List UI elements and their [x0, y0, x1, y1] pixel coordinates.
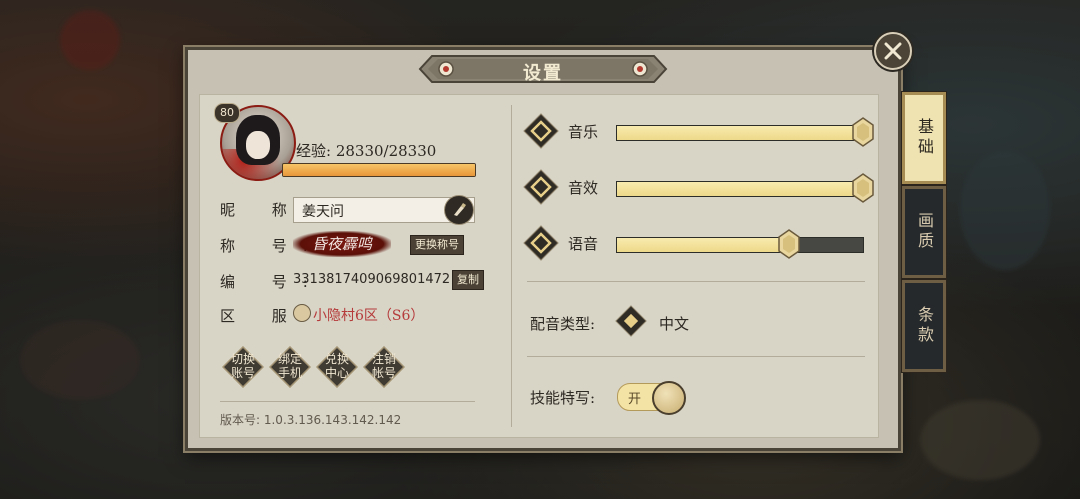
right-divider-2 — [527, 356, 865, 357]
sfx-slider[interactable] — [616, 173, 874, 203]
delete-account-label-1: 注销 — [371, 352, 396, 366]
voice-type-label: 配音类型: — [530, 315, 596, 333]
player-title-badge: 昏夜霹鸣 — [293, 231, 391, 257]
voice-type-value: 中文 — [659, 315, 690, 333]
switch-account-label-2: 账号 — [230, 366, 255, 380]
bind-phone-button[interactable]: 绑定 手机 — [269, 346, 311, 388]
redeem-center-label-2: 中心 — [324, 366, 349, 380]
brush-icon — [454, 203, 466, 216]
server-icon — [293, 304, 311, 322]
panel-title: 设置 — [523, 63, 563, 84]
right-divider-1 — [527, 281, 865, 282]
delete-account-label-2: 帐号 — [371, 366, 396, 380]
toggle-knob — [652, 381, 686, 415]
music-slider-knob[interactable] — [852, 117, 874, 147]
music-slider[interactable] — [616, 117, 874, 147]
level-badge: 80 — [214, 103, 240, 123]
copy-id-button[interactable]: 复制 — [452, 270, 484, 290]
column-divider — [511, 105, 512, 427]
sfx-label: 音效 — [568, 179, 599, 197]
left-divider — [220, 401, 475, 402]
tab-basic[interactable]: 基础 — [902, 92, 946, 184]
exp-bar — [282, 163, 476, 177]
switch-account-label-1: 切换 — [230, 352, 255, 366]
music-slider-fill — [617, 126, 863, 140]
voice-diamond-icon — [523, 225, 559, 261]
nickname-field[interactable]: 姜天问 — [293, 195, 475, 225]
voice-slider-knob[interactable] — [778, 229, 800, 259]
change-title-button[interactable]: 更换称号 — [410, 235, 464, 255]
switch-account-button[interactable]: 切换 账号 — [222, 346, 264, 388]
title-bar: 设置 — [418, 54, 668, 84]
sfx-slider-knob[interactable] — [852, 173, 874, 203]
server-value: 小隐村6区（S6） — [313, 308, 425, 324]
bind-phone-label-1: 绑定 — [277, 352, 302, 366]
exp-bar-fill — [283, 164, 475, 176]
music-label: 音乐 — [568, 123, 599, 141]
player-id: 3313817409069801472 — [293, 272, 451, 287]
bind-phone-label-2: 手机 — [277, 366, 302, 380]
panel-content: 80 经验: 28330/28330 昵 称: 姜天问 称 号: 昏夜霹鸣 更换… — [199, 94, 879, 438]
close-icon — [884, 42, 902, 60]
exp-label: 经验: 28330/28330 — [296, 142, 437, 160]
tab-graphics[interactable]: 画质 — [902, 186, 946, 278]
tab-terms[interactable]: 条款 — [902, 280, 946, 372]
music-diamond-icon — [523, 113, 559, 149]
redeem-center-label-1: 兑换 — [324, 352, 349, 366]
redeem-center-button[interactable]: 兑换 中心 — [316, 346, 358, 388]
sfx-diamond-icon — [523, 169, 559, 205]
nickname-value: 姜天问 — [302, 204, 344, 220]
sfx-slider-fill — [617, 182, 863, 196]
toggle-state-text: 开 — [628, 392, 642, 407]
voice-slider-fill — [617, 238, 790, 252]
voice-slider[interactable] — [616, 229, 864, 259]
edit-nickname-button[interactable] — [444, 195, 474, 225]
voice-label: 语音 — [568, 235, 599, 253]
version-text: 版本号: 1.0.3.136.143.142.142 — [220, 413, 402, 427]
delete-account-button[interactable]: 注销 帐号 — [363, 346, 405, 388]
settings-panel: 设置 80 经验: 28330/28330 昵 称: 姜天问 称 号: 昏夜霹鸣… — [185, 47, 901, 451]
skill-closeup-toggle[interactable]: 开 — [617, 381, 686, 415]
close-button[interactable] — [874, 32, 912, 70]
voice-type-diamond-icon[interactable] — [615, 305, 647, 337]
skill-closeup-label: 技能特写: — [530, 389, 596, 407]
